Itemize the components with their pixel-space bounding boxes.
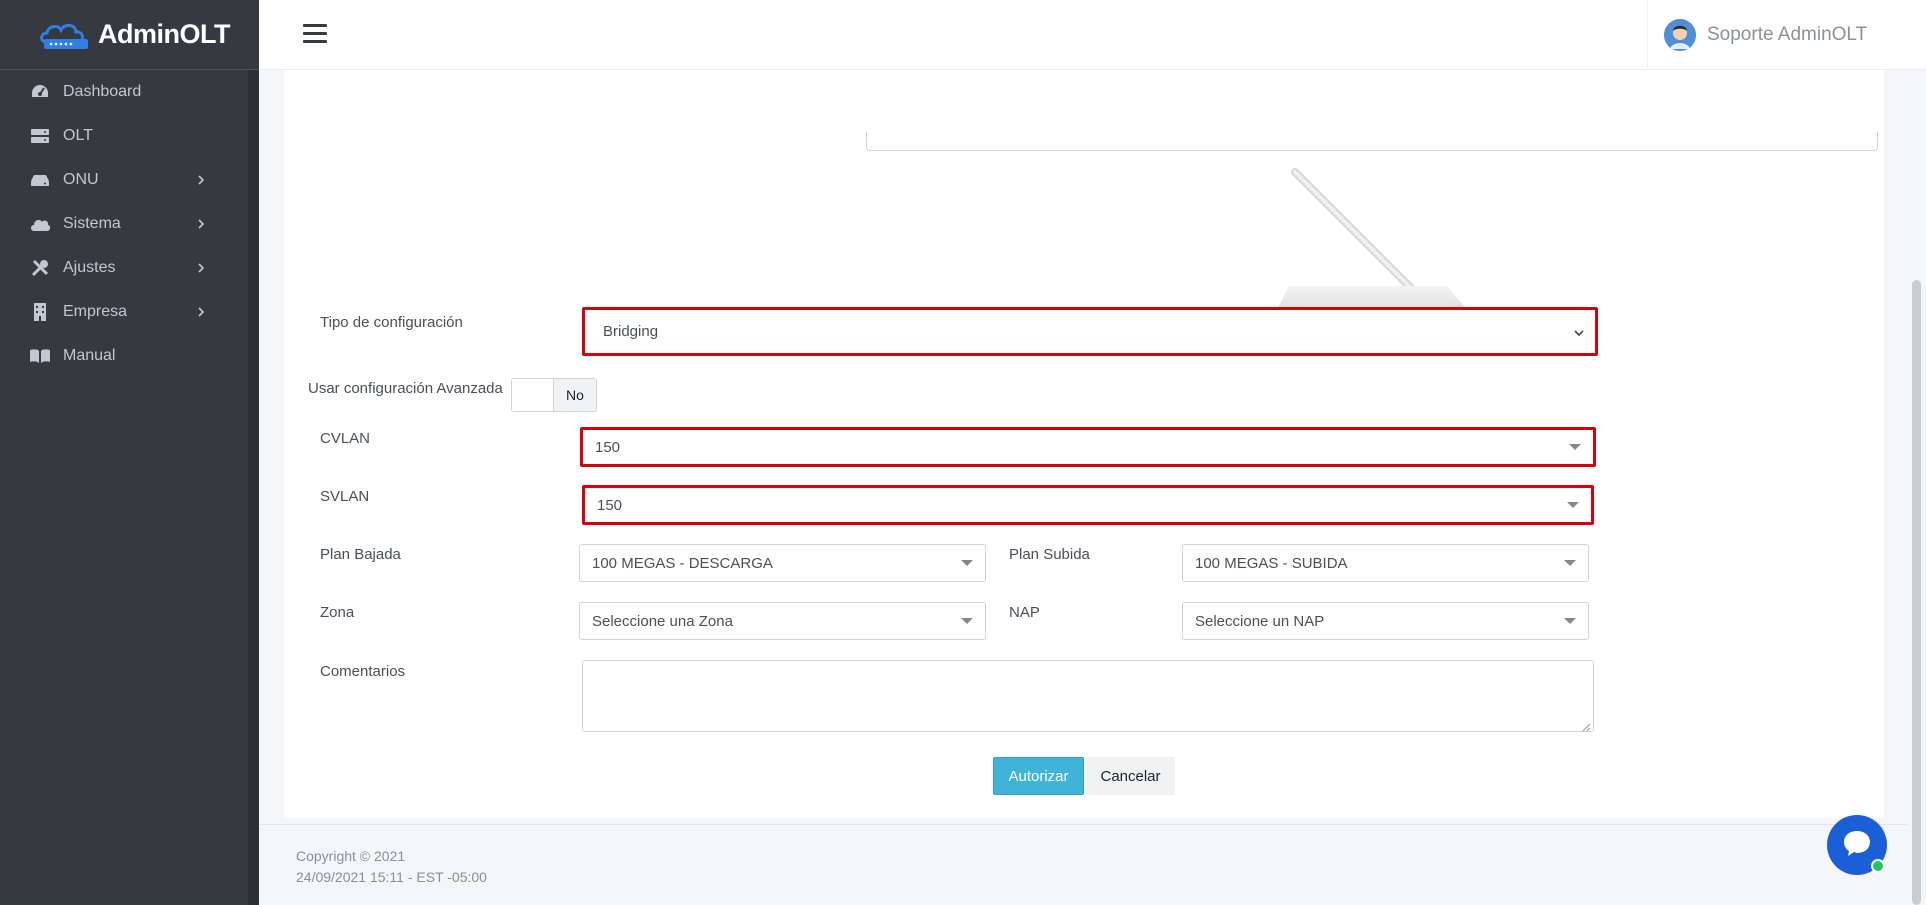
nap-select[interactable]: Seleccione un NAP bbox=[1182, 602, 1589, 640]
cvlan-label: CVLAN bbox=[320, 430, 371, 447]
caret-down-icon bbox=[1564, 560, 1576, 566]
chevron-right-icon bbox=[194, 261, 208, 275]
chevron-down-icon bbox=[1573, 326, 1585, 338]
chat-button[interactable] bbox=[1827, 815, 1887, 875]
sidebar-item-sistema[interactable]: Sistema bbox=[0, 202, 248, 246]
resize-grip-icon[interactable] bbox=[1581, 719, 1591, 732]
chevron-right-icon bbox=[194, 305, 208, 319]
nap-label: NAP bbox=[1009, 604, 1040, 621]
previous-input-field[interactable] bbox=[866, 132, 1878, 151]
sidebar-item-label: ONU bbox=[63, 171, 99, 188]
chevron-right-icon bbox=[194, 217, 208, 231]
building-icon bbox=[29, 301, 51, 323]
zona-select[interactable]: Seleccione una Zona bbox=[579, 602, 986, 640]
sidebar-item-label: Manual bbox=[63, 347, 116, 364]
footer: Copyright © 2021 24/09/2021 15:11 - EST … bbox=[259, 824, 1926, 905]
top-navbar: Soporte AdminOLT bbox=[259, 0, 1926, 70]
zona-label: Zona bbox=[320, 604, 355, 621]
caret-down-icon bbox=[961, 618, 973, 624]
sidebar-item-label: Empresa bbox=[63, 303, 128, 320]
tipo-configuracion-label: Tipo de configuración bbox=[320, 314, 463, 331]
sidebar-nav: Dashboard OLT ONU Sistema Ajustes Empres… bbox=[0, 70, 248, 378]
tipo-configuracion-value: Bridging bbox=[603, 323, 659, 340]
chat-icon bbox=[1842, 829, 1872, 862]
svlan-value: 150 bbox=[597, 496, 623, 514]
svlan-label: SVLAN bbox=[320, 488, 370, 505]
sidebar-item-olt[interactable]: OLT bbox=[0, 114, 248, 158]
caret-down-icon bbox=[1564, 618, 1576, 624]
usar-config-avanzada-label: Usar configuración Avanzada bbox=[308, 380, 503, 397]
page-scrollbar[interactable] bbox=[1907, 70, 1926, 905]
sidebar-scrollbar[interactable] bbox=[248, 70, 259, 905]
nap-value: Seleccione un NAP bbox=[1195, 612, 1325, 630]
hdd-icon bbox=[29, 169, 51, 191]
sidebar-item-label: OLT bbox=[63, 127, 93, 144]
cancelar-button[interactable]: Cancelar bbox=[1086, 757, 1175, 795]
plan-bajada-label: Plan Bajada bbox=[320, 546, 401, 563]
caret-down-icon bbox=[1569, 444, 1581, 450]
autorizar-button[interactable]: Autorizar bbox=[993, 757, 1084, 795]
sidebar-item-empresa[interactable]: Empresa bbox=[0, 290, 248, 334]
user-menu[interactable]: Soporte AdminOLT bbox=[1647, 0, 1896, 70]
chevron-right-icon bbox=[194, 173, 208, 187]
tipo-configuracion-select[interactable]: Bridging bbox=[582, 307, 1598, 356]
online-status-dot bbox=[1871, 859, 1885, 873]
avatar bbox=[1664, 19, 1696, 51]
zona-value: Seleccione una Zona bbox=[592, 612, 733, 630]
comentarios-textarea[interactable] bbox=[582, 660, 1594, 732]
book-icon bbox=[29, 345, 51, 367]
copyright-text: Copyright © 2021 bbox=[296, 848, 406, 864]
plan-subida-value: 100 MEGAS - SUBIDA bbox=[1195, 554, 1348, 572]
plan-subida-label: Plan Subida bbox=[1009, 546, 1090, 563]
tools-icon bbox=[29, 257, 51, 279]
footer-timestamp: 24/09/2021 15:11 - EST -05:00 bbox=[296, 869, 487, 885]
brand[interactable]: AdminOLT bbox=[0, 0, 259, 70]
plan-subida-select[interactable]: 100 MEGAS - SUBIDA bbox=[1182, 544, 1589, 582]
cloud-icon bbox=[29, 213, 51, 235]
toggle-state-label: No bbox=[554, 379, 596, 411]
cvlan-select[interactable]: 150 bbox=[580, 427, 1596, 467]
sidebar-item-manual[interactable]: Manual bbox=[0, 334, 248, 378]
caret-down-icon bbox=[1567, 502, 1579, 508]
scrollbar-thumb[interactable] bbox=[1912, 280, 1921, 905]
svlan-select[interactable]: 150 bbox=[582, 485, 1594, 525]
sidebar-item-ajustes[interactable]: Ajustes bbox=[0, 246, 248, 290]
usar-config-avanzada-toggle[interactable]: No bbox=[511, 378, 597, 412]
authorize-onu-card: Tipo de configuración Bridging Usar conf… bbox=[284, 70, 1884, 818]
server-icon bbox=[29, 125, 51, 147]
toggle-knob bbox=[512, 379, 554, 411]
tachometer-icon bbox=[29, 81, 51, 103]
user-name: Soporte AdminOLT bbox=[1707, 24, 1868, 45]
plan-bajada-value: 100 MEGAS - DESCARGA bbox=[592, 554, 773, 572]
sidebar-item-dashboard[interactable]: Dashboard bbox=[0, 70, 248, 114]
sidebar-item-label: Dashboard bbox=[63, 83, 142, 100]
menu-toggle-icon[interactable] bbox=[303, 24, 327, 46]
sidebar: AdminOLT Dashboard OLT ONU Sistema Ajust… bbox=[0, 0, 259, 905]
caret-down-icon bbox=[961, 560, 973, 566]
plan-bajada-select[interactable]: 100 MEGAS - DESCARGA bbox=[579, 544, 986, 582]
cvlan-value: 150 bbox=[595, 438, 621, 456]
sidebar-item-onu[interactable]: ONU bbox=[0, 158, 248, 202]
sidebar-item-label: Sistema bbox=[63, 215, 121, 232]
comentarios-label: Comentarios bbox=[320, 663, 406, 680]
sidebar-item-label: Ajustes bbox=[63, 259, 116, 276]
adminolt-logo-icon bbox=[38, 18, 92, 52]
brand-name: AdminOLT bbox=[98, 19, 230, 49]
